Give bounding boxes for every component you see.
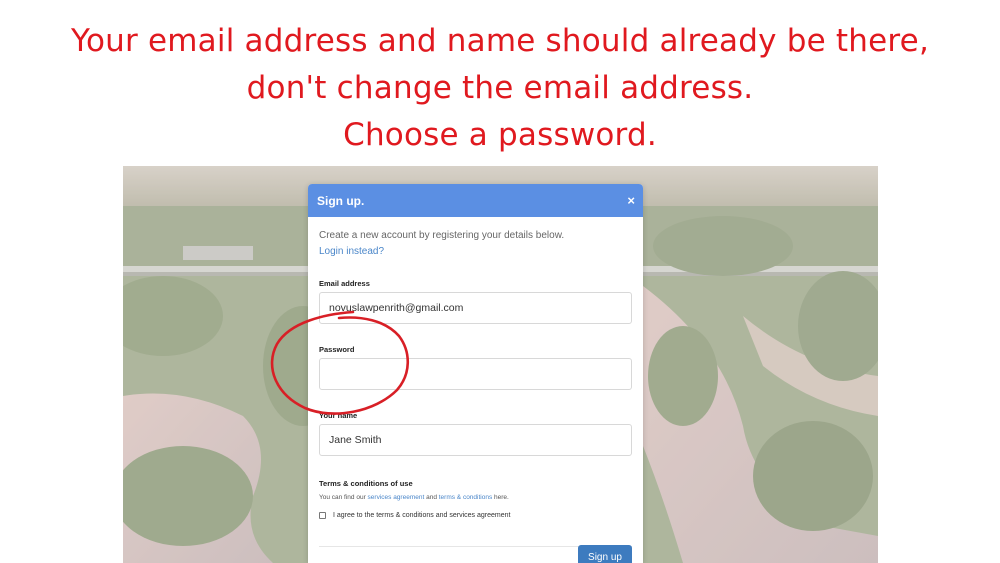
password-field[interactable] <box>319 358 632 390</box>
caption-line-1: Your email address and name should alrea… <box>70 23 929 59</box>
modal-title: Sign up. <box>317 193 365 208</box>
services-agreement-link[interactable]: services agreement <box>368 494 425 501</box>
name-label: Your name <box>319 411 358 420</box>
agree-row[interactable]: I agree to the terms & conditions and se… <box>319 512 632 519</box>
terms-mid: and <box>424 494 439 501</box>
agree-label: I agree to the terms & conditions and se… <box>333 512 511 519</box>
signup-modal: Sign up. × Create a new account by regis… <box>308 184 643 563</box>
terms-text: You can find our services agreement and … <box>319 494 632 501</box>
terms-heading: Terms & conditions of use <box>319 479 413 488</box>
login-instead-link[interactable]: Login instead? <box>319 246 384 257</box>
modal-body: Create a new account by registering your… <box>308 217 643 547</box>
terms-prefix: You can find our <box>319 494 368 501</box>
intro-text: Create a new account by registering your… <box>319 230 565 241</box>
caption-line-2: don't change the email address. <box>246 70 754 106</box>
instruction-caption: Your email address and name should alrea… <box>0 18 1000 159</box>
name-value: Jane Smith <box>329 434 382 446</box>
terms-conditions-link[interactable]: terms & conditions <box>439 494 492 501</box>
email-label: Email address <box>319 279 370 288</box>
close-icon[interactable]: × <box>627 194 635 207</box>
agree-checkbox[interactable] <box>319 512 326 519</box>
password-label: Password <box>319 345 355 354</box>
email-value: novuslawpenrith@gmail.com <box>329 302 464 314</box>
caption-line-3: Choose a password. <box>343 117 657 153</box>
terms-suffix: here. <box>492 494 509 501</box>
modal-header: Sign up. × <box>308 184 643 217</box>
signup-button[interactable]: Sign up <box>578 545 632 563</box>
name-field[interactable]: Jane Smith <box>319 424 632 456</box>
email-field[interactable]: novuslawpenrith@gmail.com <box>319 292 632 324</box>
